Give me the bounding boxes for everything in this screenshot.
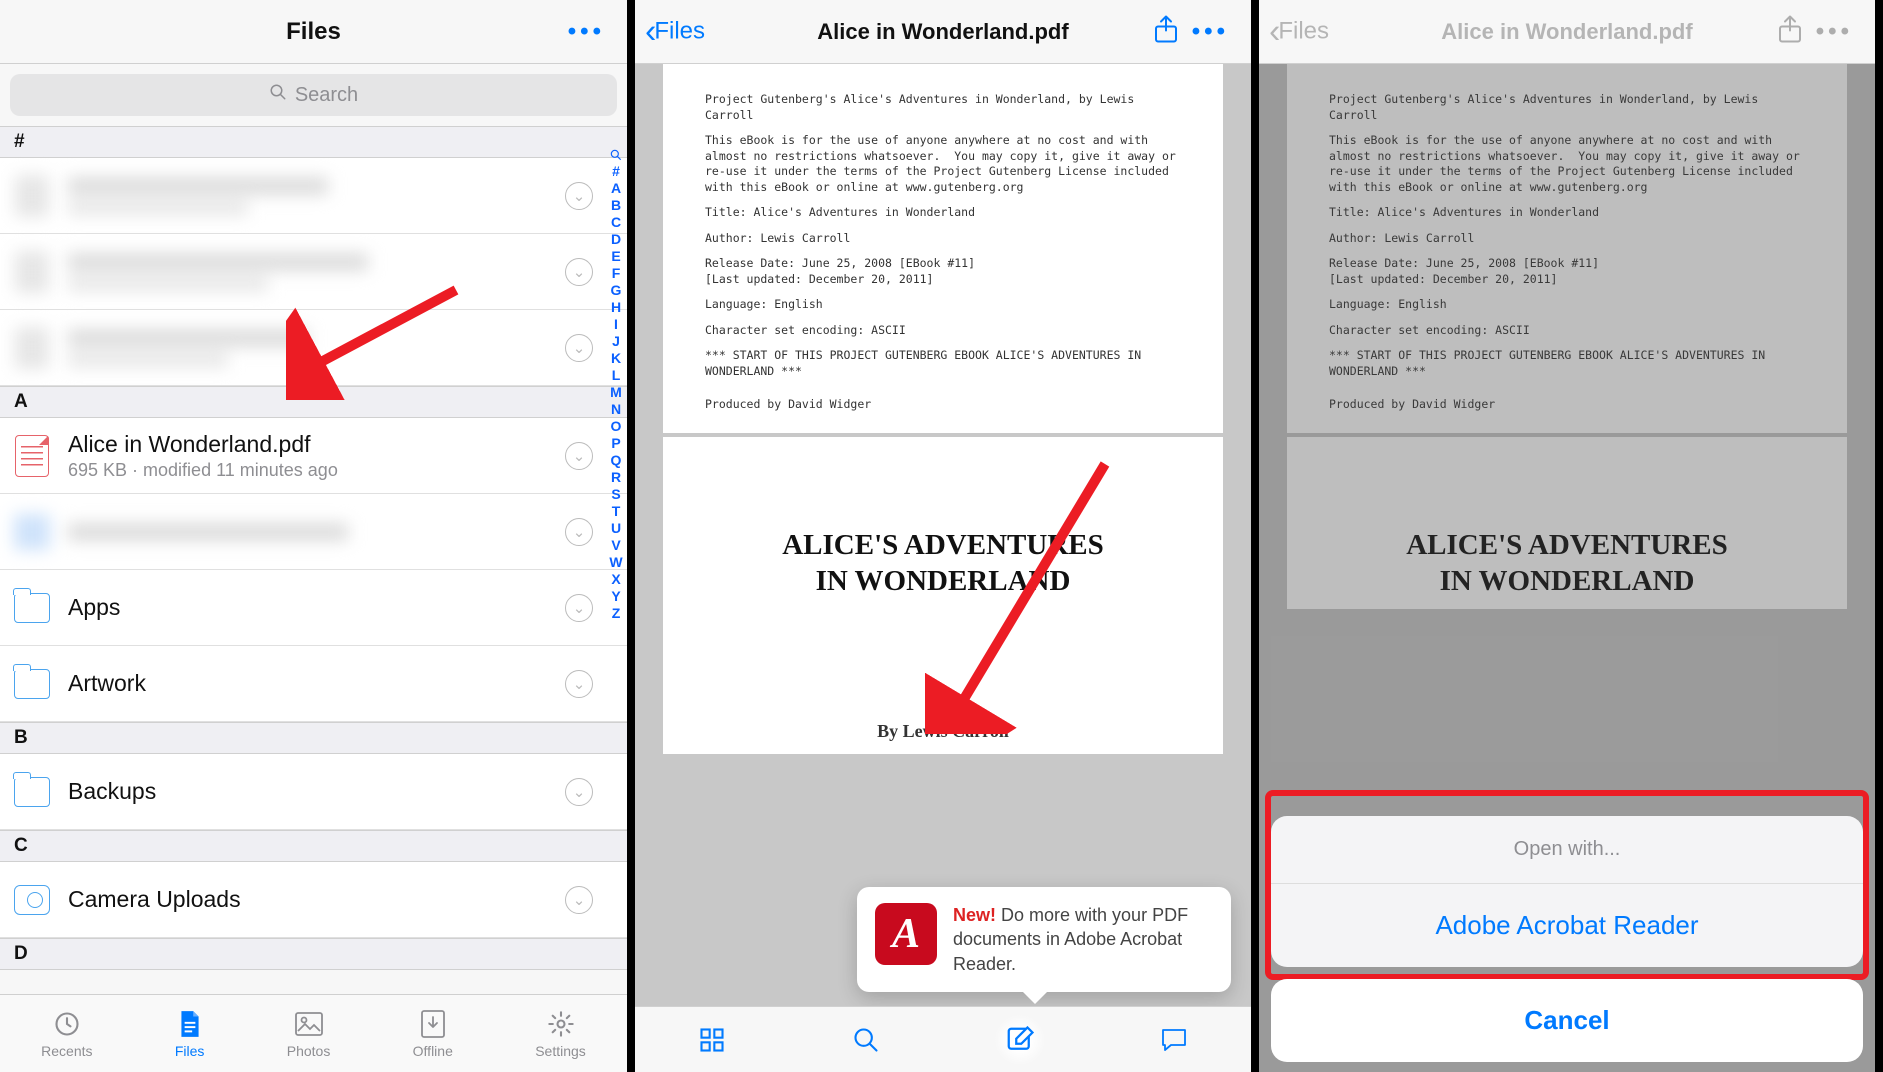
acrobat-icon: A: [875, 903, 937, 965]
more-icon: •••: [1816, 18, 1853, 46]
folder-icon: [14, 771, 50, 813]
sheet-title: Open with...: [1271, 816, 1863, 884]
folder-backups[interactable]: Backups ⌄: [0, 754, 627, 830]
chevron-down-icon[interactable]: ⌄: [565, 886, 593, 914]
edit-button[interactable]: [995, 1015, 1045, 1065]
section-hash: #: [0, 126, 627, 158]
tab-photos[interactable]: Photos: [287, 1009, 331, 1059]
chevron-down-icon[interactable]: ⌄: [565, 442, 593, 470]
clock-icon: [53, 1009, 81, 1039]
list-item[interactable]: ⌄: [0, 310, 627, 386]
action-sheet: Open with... Adobe Acrobat Reader Cancel: [1271, 816, 1863, 1062]
camera-icon: [14, 879, 50, 921]
viewer-toolbar: [635, 1006, 1251, 1072]
chevron-down-icon[interactable]: ⌄: [565, 518, 593, 546]
folder-name: Apps: [68, 594, 565, 621]
back-button[interactable]: ‹ Files: [645, 12, 705, 51]
photo-icon: [294, 1009, 324, 1039]
acrobat-tooltip: A New! Do more with your PDF documents i…: [857, 887, 1231, 992]
pdf-file-icon: [14, 435, 50, 477]
download-icon: [420, 1009, 446, 1039]
viewer-navbar: ‹ Files Alice in Wonderland.pdf •••: [635, 0, 1251, 64]
file-icon: [177, 1009, 203, 1039]
more-icon[interactable]: •••: [568, 18, 605, 46]
document-title: Alice in Wonderland.pdf: [1441, 19, 1692, 45]
search-button[interactable]: [841, 1015, 891, 1065]
alpha-index[interactable]: #ABCDEFGHIJKLMNOPQRSTUVWXYZ: [607, 148, 625, 621]
comment-button[interactable]: [1149, 1015, 1199, 1065]
gear-icon: [547, 1009, 575, 1039]
folder-icon: [14, 663, 50, 705]
files-navbar: Files •••: [0, 0, 627, 64]
grid-button[interactable]: [687, 1015, 737, 1065]
share-button: [1777, 14, 1803, 49]
folder-name: Backups: [68, 778, 565, 805]
navbar-title: Files: [286, 18, 341, 46]
folder-icon: [14, 587, 50, 629]
list-item[interactable]: ⌄: [0, 494, 627, 570]
chevron-down-icon[interactable]: ⌄: [565, 258, 593, 286]
chevron-down-icon[interactable]: ⌄: [565, 594, 593, 622]
list-item[interactable]: ⌄: [0, 234, 627, 310]
section-b: B: [0, 722, 627, 754]
chevron-down-icon[interactable]: ⌄: [565, 778, 593, 806]
section-c: C: [0, 830, 627, 862]
folder-name: Artwork: [68, 670, 565, 697]
chevron-down-icon[interactable]: ⌄: [565, 334, 593, 362]
file-meta: 695 KB · modified 11 minutes ago: [68, 460, 565, 481]
search-icon: [269, 83, 287, 107]
chevron-down-icon[interactable]: ⌄: [565, 670, 593, 698]
document-viewport[interactable]: Project Gutenberg's Alice's Adventures i…: [635, 64, 1251, 1072]
folder-apps[interactable]: Apps ⌄: [0, 570, 627, 646]
viewer-navbar: ‹ Files Alice in Wonderland.pdf •••: [1259, 0, 1875, 64]
search-input[interactable]: Search: [10, 74, 617, 116]
tab-offline[interactable]: Offline: [413, 1009, 453, 1059]
folder-camera-uploads[interactable]: Camera Uploads ⌄: [0, 862, 627, 938]
section-a: A: [0, 386, 627, 418]
search-placeholder: Search: [295, 84, 358, 107]
back-button: ‹ Files: [1269, 12, 1329, 51]
tab-recents[interactable]: Recents: [41, 1009, 92, 1059]
chevron-down-icon[interactable]: ⌄: [565, 182, 593, 210]
tab-settings[interactable]: Settings: [535, 1009, 586, 1059]
section-d: D: [0, 938, 627, 970]
tab-bar: Recents Files Photos Offline Settings: [0, 994, 627, 1072]
open-with-adobe[interactable]: Adobe Acrobat Reader: [1271, 884, 1863, 967]
folder-name: Camera Uploads: [68, 886, 565, 913]
tooltip-new-label: New!: [953, 905, 996, 925]
share-button[interactable]: [1153, 14, 1179, 49]
document-title: Alice in Wonderland.pdf: [817, 19, 1068, 45]
file-row-alice[interactable]: Alice in Wonderland.pdf 695 KB · modifie…: [0, 418, 627, 494]
list-item[interactable]: ⌄: [0, 158, 627, 234]
more-icon[interactable]: •••: [1192, 18, 1229, 46]
cancel-button[interactable]: Cancel: [1271, 979, 1863, 1062]
tab-files[interactable]: Files: [175, 1009, 205, 1059]
file-name: Alice in Wonderland.pdf: [68, 431, 565, 458]
folder-artwork[interactable]: Artwork ⌄: [0, 646, 627, 722]
